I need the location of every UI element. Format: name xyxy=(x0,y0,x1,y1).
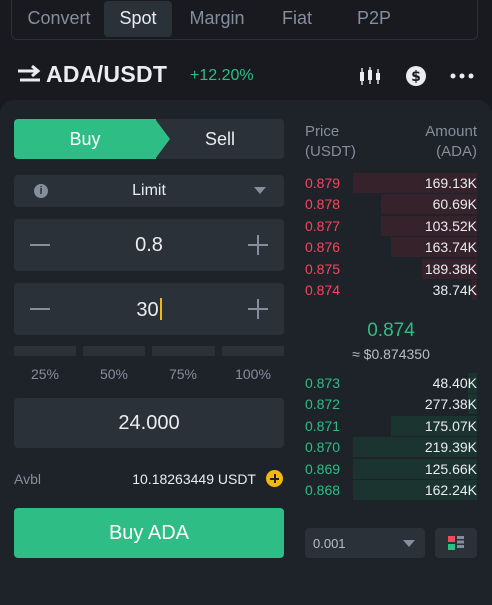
tab-spot[interactable]: Spot xyxy=(104,0,172,37)
tick-size-select[interactable]: 0.001 xyxy=(305,528,425,558)
total-value: 24.000 xyxy=(118,412,180,434)
text-cursor xyxy=(159,298,162,320)
bid-price: 0.873 xyxy=(305,375,341,391)
bid-amount: 125.66K xyxy=(424,460,477,477)
amount-input[interactable]: 30 xyxy=(14,298,284,322)
price-header-label: Price xyxy=(305,123,340,140)
tab-p2p[interactable]: P2P xyxy=(332,1,416,37)
amount-stepper: 30 xyxy=(14,283,284,335)
bid-amount: 175.07K xyxy=(424,417,477,434)
percent-100-segment[interactable] xyxy=(222,346,284,356)
percent-25-segment[interactable] xyxy=(14,346,76,356)
price-header-unit: (USDT) xyxy=(305,143,356,160)
trade-panel: Buy Sell i Limit 0.8 30 25% 50% 75% 100%… xyxy=(0,100,492,605)
percent-50-label[interactable]: 50% xyxy=(83,366,145,382)
bid-price: 0.871 xyxy=(305,417,341,434)
orderbook-price-header: Price (USDT) xyxy=(305,122,356,162)
dollar-circle-icon[interactable]: $ xyxy=(405,64,427,88)
bid-price: 0.869 xyxy=(305,460,341,477)
order-type-label: Limit xyxy=(132,182,166,199)
pair-name[interactable]: ADA/USDT xyxy=(46,61,167,88)
chevron-down-icon xyxy=(403,540,415,547)
percent-100-label[interactable]: 100% xyxy=(222,366,284,382)
bid-amount: 48.40K xyxy=(432,375,477,391)
side-toggle: Buy Sell xyxy=(14,119,284,159)
swap-arrows-icon[interactable] xyxy=(16,64,42,86)
last-price: 0.874 xyxy=(367,320,415,341)
add-funds-icon[interactable] xyxy=(266,470,283,487)
tab-fiat[interactable]: Fiat xyxy=(262,1,332,37)
price-increment-button[interactable] xyxy=(248,235,268,255)
ask-price: 0.874 xyxy=(305,282,341,298)
percent-50-segment[interactable] xyxy=(83,346,145,356)
ask-amount: 169.13K xyxy=(424,175,477,191)
buy-side-tab[interactable]: Buy xyxy=(14,119,156,159)
orderbook-layout-icon xyxy=(448,536,464,550)
price-change-percent: +12.20% xyxy=(190,67,254,84)
ask-amount: 103.52K xyxy=(424,217,477,234)
bid-row[interactable]: 0.869 125.66K xyxy=(305,458,477,479)
ask-amount: 189.38K xyxy=(424,260,477,277)
bid-price: 0.868 xyxy=(305,482,341,498)
tab-margin[interactable]: Margin xyxy=(172,1,262,37)
bid-amount: 219.39K xyxy=(424,439,477,456)
buy-ada-button[interactable]: Buy ADA xyxy=(14,508,284,558)
chevron-down-icon xyxy=(254,187,266,194)
tab-convert[interactable]: Convert xyxy=(14,1,104,37)
candlestick-chart-icon[interactable] xyxy=(358,64,382,88)
svg-text:$: $ xyxy=(411,69,421,85)
bid-row[interactable]: 0.872 277.38K xyxy=(305,394,477,415)
ask-price: 0.878 xyxy=(305,196,341,213)
available-balance: 10.18263449 USDT xyxy=(132,471,256,487)
ask-row[interactable]: 0.879 169.13K xyxy=(305,173,477,193)
more-icon[interactable] xyxy=(450,64,474,88)
ask-amount: 163.74K xyxy=(424,239,477,256)
orderbook-amount-header: Amount (ADA) xyxy=(425,122,477,162)
amount-increment-button[interactable] xyxy=(248,299,268,319)
last-price-fiat: ≈ $0.874350 xyxy=(352,346,430,362)
ask-amount: 38.74K xyxy=(432,282,477,298)
bid-row[interactable]: 0.870 219.39K xyxy=(305,437,477,458)
price-input[interactable]: 0.8 xyxy=(14,234,284,257)
ask-row[interactable]: 0.875 189.38K xyxy=(305,258,477,279)
pair-header: ADA/USDT +12.20% $ xyxy=(0,56,492,96)
bid-amount: 162.24K xyxy=(424,482,477,498)
bid-row[interactable]: 0.868 162.24K xyxy=(305,480,477,500)
market-type-tabs: Convert Spot Margin Fiat P2P xyxy=(11,0,478,40)
tick-size-value: 0.001 xyxy=(313,536,346,551)
total-input[interactable]: 24.000 xyxy=(14,398,284,448)
bid-price: 0.872 xyxy=(305,396,341,413)
ask-row[interactable]: 0.878 60.69K xyxy=(305,194,477,215)
amount-value: 30 xyxy=(136,299,159,321)
percent-75-label[interactable]: 75% xyxy=(152,366,214,382)
ask-row[interactable]: 0.874 38.74K xyxy=(305,280,477,300)
ask-row[interactable]: 0.876 163.74K xyxy=(305,237,477,258)
orderbook-layout-button[interactable] xyxy=(435,528,477,558)
amount-header-label: Amount xyxy=(425,123,477,140)
bid-row[interactable]: 0.873 48.40K xyxy=(305,373,477,393)
sell-side-tab[interactable]: Sell xyxy=(156,119,284,159)
percent-25-label[interactable]: 25% xyxy=(14,366,76,382)
ask-price: 0.875 xyxy=(305,260,341,277)
amount-header-unit: (ADA) xyxy=(436,143,477,160)
percent-75-segment[interactable] xyxy=(152,346,215,356)
ask-row[interactable]: 0.877 103.52K xyxy=(305,215,477,236)
bid-price: 0.870 xyxy=(305,439,341,456)
price-stepper: 0.8 xyxy=(14,219,284,271)
bid-amount: 277.38K xyxy=(424,396,477,413)
ask-price: 0.879 xyxy=(305,175,341,191)
ask-price: 0.877 xyxy=(305,217,341,234)
ask-price: 0.876 xyxy=(305,239,341,256)
bid-row[interactable]: 0.871 175.07K xyxy=(305,415,477,436)
order-type-select[interactable]: i Limit xyxy=(14,175,284,207)
available-label: Avbl xyxy=(14,471,41,487)
ask-amount: 60.69K xyxy=(432,196,477,213)
